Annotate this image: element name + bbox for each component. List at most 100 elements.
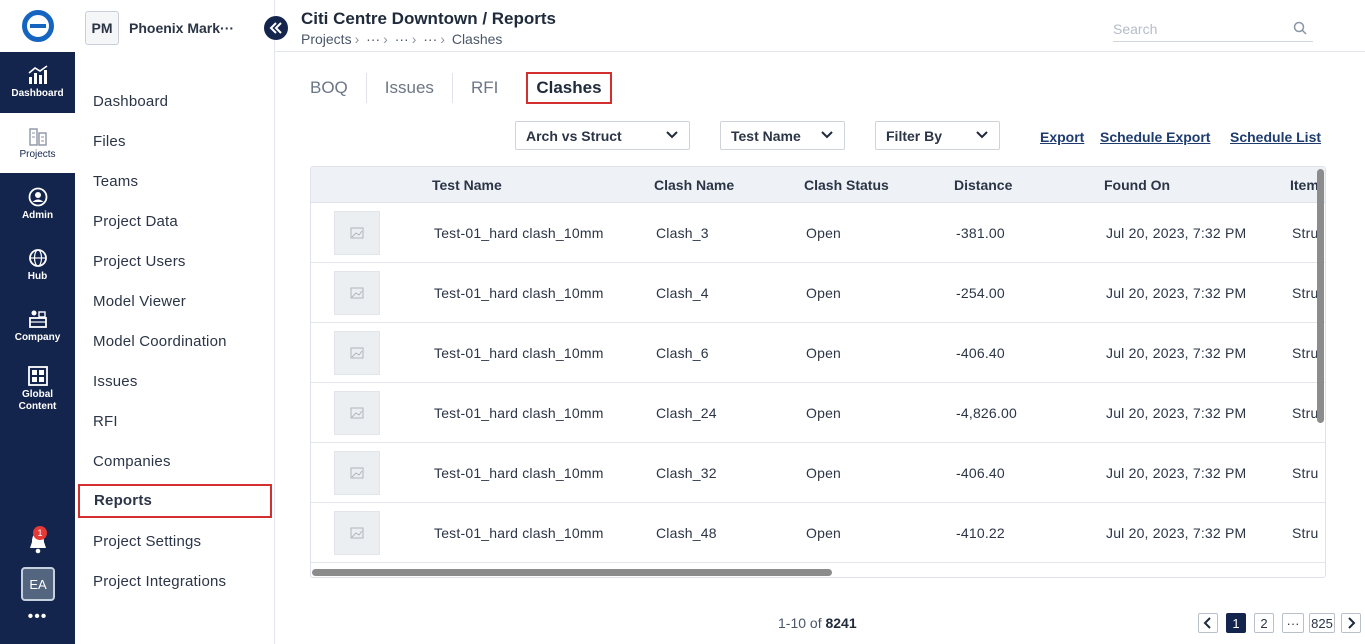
tab-issues[interactable]: Issues (367, 73, 453, 103)
cell-item: Stru (1292, 225, 1319, 241)
rail-item-hub[interactable]: Hub (0, 235, 75, 295)
search-input[interactable] (1113, 18, 1283, 40)
rail-item-projects[interactable]: Projects (0, 113, 75, 173)
cell-clash-name: Clash_4 (656, 285, 709, 301)
cell-distance: -4,826.00 (956, 405, 1017, 421)
cell-test-name: Test-01_hard clash_10mm (434, 525, 604, 541)
export-link[interactable]: Export (1040, 129, 1084, 145)
column-header-test-name[interactable]: Test Name (432, 177, 502, 193)
next-page-button[interactable] (1341, 613, 1361, 633)
cell-item: Stru (1292, 345, 1319, 361)
nav-item-files[interactable]: Files (93, 133, 126, 157)
clash-thumbnail[interactable] (334, 511, 380, 555)
cell-test-name: Test-01_hard clash_10mm (434, 345, 604, 361)
rail-item-label: Company (14, 331, 61, 343)
cell-clash-name: Clash_32 (656, 465, 717, 481)
table-row[interactable]: Test-01_hard clash_10mm Clash_6 Open -40… (311, 323, 1325, 383)
page-ellipsis[interactable]: ··· (1282, 613, 1304, 633)
breadcrumb-ellipsis[interactable]: ··· (423, 31, 437, 47)
rail-item-admin[interactable]: Admin (0, 174, 75, 234)
company-icon (28, 310, 47, 328)
cell-distance: -381.00 (956, 225, 1005, 241)
cell-clash-status: Open (806, 345, 842, 361)
cell-clash-name: Clash_24 (656, 405, 717, 421)
nav-item-project-users[interactable]: Project Users (93, 253, 186, 277)
nav-item-project-data[interactable]: Project Data (93, 213, 178, 237)
tab-rfi[interactable]: RFI (453, 73, 516, 103)
tab-boq[interactable]: BOQ (310, 73, 367, 103)
breadcrumb-projects[interactable]: Projects (301, 31, 352, 47)
filter-by-dropdown-value: Filter By (886, 127, 943, 144)
schedule-export-link[interactable]: Schedule Export (1100, 129, 1210, 145)
project-switcher[interactable]: PM Phoenix Mark··· (85, 10, 265, 46)
nav-item-issues[interactable]: Issues (93, 373, 138, 397)
tab-clashes[interactable]: Clashes (526, 72, 612, 104)
nav-item-project-integrations[interactable]: Project Integrations (93, 573, 226, 597)
nav-item-teams[interactable]: Teams (93, 173, 138, 197)
table-row[interactable]: Test-01_hard clash_10mm Clash_3 Open -38… (311, 203, 1325, 263)
pagination-summary: 1-10 of 8241 (778, 615, 857, 631)
clash-test-dropdown-value: Arch vs Struct (526, 127, 622, 144)
double-chevron-left-icon (269, 22, 282, 34)
prev-page-button[interactable] (1198, 613, 1218, 633)
table-row[interactable]: Test-01_hard clash_10mm Clash_32 Open -4… (311, 443, 1325, 503)
clash-thumbnail[interactable] (334, 391, 380, 435)
cell-distance: -410.22 (956, 525, 1005, 541)
image-placeholder-icon (350, 287, 364, 299)
search-icon[interactable] (1293, 21, 1307, 35)
breadcrumb-current: Clashes (451, 31, 503, 47)
test-name-dropdown-value: Test Name (731, 127, 801, 144)
cell-clash-status: Open (806, 405, 842, 421)
buildings-icon (28, 127, 47, 146)
project-name: Phoenix Mark··· (129, 20, 235, 36)
filter-by-dropdown[interactable]: Filter By (875, 121, 1000, 150)
chevron-left-icon (1203, 617, 1211, 629)
table-row[interactable]: Test-01_hard clash_10mm Clash_24 Open -4… (311, 383, 1325, 443)
schedule-list-link[interactable]: Schedule List (1230, 129, 1321, 145)
nav-item-dashboard[interactable]: Dashboard (93, 93, 168, 117)
clash-thumbnail[interactable] (334, 211, 380, 255)
more-icon[interactable]: ••• (0, 608, 75, 626)
rail-item-dashboard[interactable]: Dashboard (0, 52, 75, 112)
collapse-sidebar-button[interactable] (264, 16, 288, 40)
page-button-1[interactable]: 1 (1226, 613, 1246, 633)
project-badge: PM (85, 11, 119, 45)
nav-item-companies[interactable]: Companies (93, 453, 171, 477)
project-nav: PM Phoenix Mark··· Dashboard Files Teams… (75, 0, 275, 644)
image-placeholder-icon (350, 347, 364, 359)
nav-item-project-settings[interactable]: Project Settings (93, 533, 201, 557)
breadcrumb-ellipsis[interactable]: ··· (366, 31, 380, 47)
clash-thumbnail[interactable] (334, 451, 380, 495)
test-name-dropdown[interactable]: Test Name (720, 121, 845, 150)
nav-item-model-coordination[interactable]: Model Coordination (93, 333, 227, 357)
rail-item-global-content[interactable]: Global Content (0, 357, 75, 421)
breadcrumb-ellipsis[interactable]: ··· (395, 31, 409, 47)
cell-clash-name: Clash_6 (656, 345, 709, 361)
nav-item-reports[interactable]: Reports (78, 484, 272, 518)
column-header-distance[interactable]: Distance (954, 177, 1012, 193)
rail-item-company[interactable]: Company (0, 296, 75, 356)
vertical-scrollbar[interactable] (1317, 169, 1324, 423)
cell-clash-status: Open (806, 225, 842, 241)
admin-icon (28, 187, 47, 206)
nav-item-model-viewer[interactable]: Model Viewer (93, 293, 186, 317)
page-button-2[interactable]: 2 (1254, 613, 1274, 633)
column-header-found-on[interactable]: Found On (1104, 177, 1170, 193)
image-placeholder-icon (350, 527, 364, 539)
cell-found-on: Jul 20, 2023, 7:32 PM (1106, 285, 1247, 301)
column-header-item[interactable]: Item (1290, 177, 1319, 193)
page-button-825[interactable]: 825 (1309, 613, 1335, 633)
table-row[interactable]: Test-01_hard clash_10mm Clash_48 Open -4… (311, 503, 1325, 563)
column-header-clash-status[interactable]: Clash Status (804, 177, 889, 193)
app-logo[interactable] (0, 0, 75, 52)
rail-item-label: Hub (27, 270, 48, 282)
avatar[interactable]: EA (21, 567, 55, 601)
clash-thumbnail[interactable] (334, 331, 380, 375)
page-header: Citi Centre Downtown / Reports Projects ›… (275, 0, 1365, 52)
horizontal-scrollbar[interactable] (312, 569, 832, 576)
table-row[interactable]: Test-01_hard clash_10mm Clash_4 Open -25… (311, 263, 1325, 323)
clash-thumbnail[interactable] (334, 271, 380, 315)
clash-test-dropdown[interactable]: Arch vs Struct (515, 121, 690, 150)
nav-item-rfi[interactable]: RFI (93, 413, 118, 437)
column-header-clash-name[interactable]: Clash Name (654, 177, 734, 193)
